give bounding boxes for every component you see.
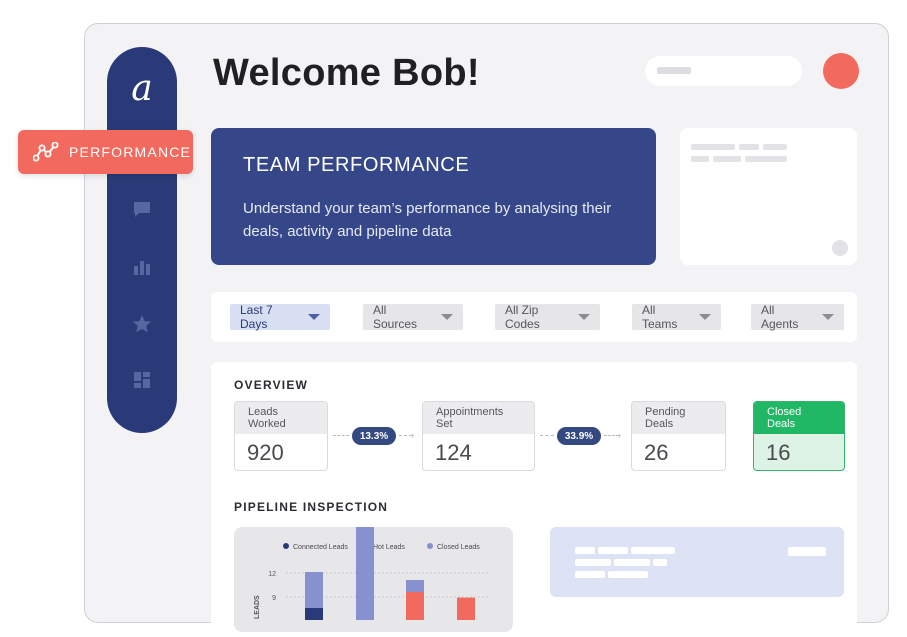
placeholder-line [653,559,667,566]
arrow-right-icon: › [618,430,621,440]
metric-closed-deals[interactable]: Closed Deals 16 [753,401,845,471]
bar-segment [457,597,475,620]
placeholder-line [608,571,648,578]
metric-value: 26 [644,440,669,465]
performance-graph-icon [33,142,59,162]
placeholder-line [691,144,735,150]
sidebar-item-label: PERFORMANCE [69,144,192,160]
chat-bubble-icon[interactable] [132,200,152,220]
pipeline-chart: Connected Leads Hot Leads Closed Leads 12 9 L… [234,527,513,632]
filter-label: All Agents [761,303,799,331]
metric-value: 920 [247,440,284,465]
legend-swatch [427,543,433,549]
filter-bar: Last 7 Days All Sources All Zip Codes Al… [211,292,857,342]
pipeline-title: PIPELINE INSPECTION [234,500,389,514]
chevron-down-icon [308,314,320,320]
metric-label: Closed Deals [754,402,844,434]
chevron-down-icon [441,314,453,320]
placeholder-card [680,128,857,265]
y-tick-label: 9 [272,595,276,602]
filter-agents[interactable]: All Agents [751,303,844,331]
connector-line [540,435,554,436]
placeholder-line [631,547,675,554]
filter-label: All Teams [642,303,678,331]
filter-label: Last 7 Days [240,303,273,331]
chevron-down-icon [578,314,590,320]
placeholder-line [614,559,650,566]
metric-label: Appointments Set [423,402,534,434]
chevron-down-icon [699,314,711,320]
bar-segment [305,572,323,608]
team-card-description: Understand your team’s performance by an… [243,200,612,240]
search-placeholder [657,67,691,74]
metric-label: Pending Deals [632,402,725,434]
search-input[interactable] [645,56,802,86]
bar-segment [406,592,424,620]
metric-label: Leads Worked [235,402,327,434]
conversion-rate-badge: 13.3% [352,427,396,445]
placeholder-line [575,559,611,566]
filter-teams[interactable]: All Teams [632,303,721,331]
placeholder-line [598,547,628,554]
sidebar: a [107,47,177,433]
connector-line [604,435,619,436]
metric-value: 124 [435,440,472,465]
legend-label: Closed Leads [437,544,480,551]
arrow-right-icon: › [411,430,414,440]
overview-title: OVERVIEW [234,378,309,392]
y-tick-label: 12 [268,571,276,578]
filter-label: All Zip Codes [505,303,540,331]
conversion-rate-badge: 33.9% [557,427,601,445]
filter-sources[interactable]: All Sources [363,303,463,331]
placeholder-line [575,547,595,554]
avatar[interactable] [823,53,859,89]
app-logo: a [131,68,153,109]
metric-value: 16 [766,440,791,465]
bar-segment [305,608,323,620]
metric-leads-worked[interactable]: Leads Worked 920 [234,401,328,471]
placeholder-line [575,571,605,578]
star-icon[interactable] [132,314,152,334]
legend-label: Connected Leads [293,544,348,551]
bar-segment [406,580,424,592]
y-axis-label: LEADS [254,595,261,619]
placeholder-line [745,156,787,162]
placeholder-line [713,156,741,162]
metric-appointments-set[interactable]: Appointments Set 124 [422,401,535,471]
team-card-title: TEAM PERFORMANCE [243,154,470,176]
legend-swatch [283,543,289,549]
chevron-down-icon [822,314,834,320]
connector-line [333,435,349,436]
metric-pending-deals[interactable]: Pending Deals 26 [631,401,726,471]
sidebar-item-performance[interactable]: PERFORMANCE [18,130,193,174]
filter-label: All Sources [373,303,418,331]
placeholder-line [739,144,759,150]
team-performance-card: TEAM PERFORMANCE Understand your team’s … [211,128,656,265]
placeholder-line [788,547,826,556]
bar-segment [356,527,374,620]
filter-date-range[interactable]: Last 7 Days [230,303,330,331]
bar-chart-icon[interactable] [132,257,152,277]
placeholder-line [691,156,709,162]
legend-label: Hot Leads [373,544,405,551]
dashboard-layout-icon[interactable] [132,370,152,390]
page-title: Welcome Bob! [213,52,480,94]
pipeline-summary-card [550,527,844,597]
placeholder-dot [832,240,848,256]
placeholder-line [763,144,787,150]
filter-zip-codes[interactable]: All Zip Codes [495,303,600,331]
